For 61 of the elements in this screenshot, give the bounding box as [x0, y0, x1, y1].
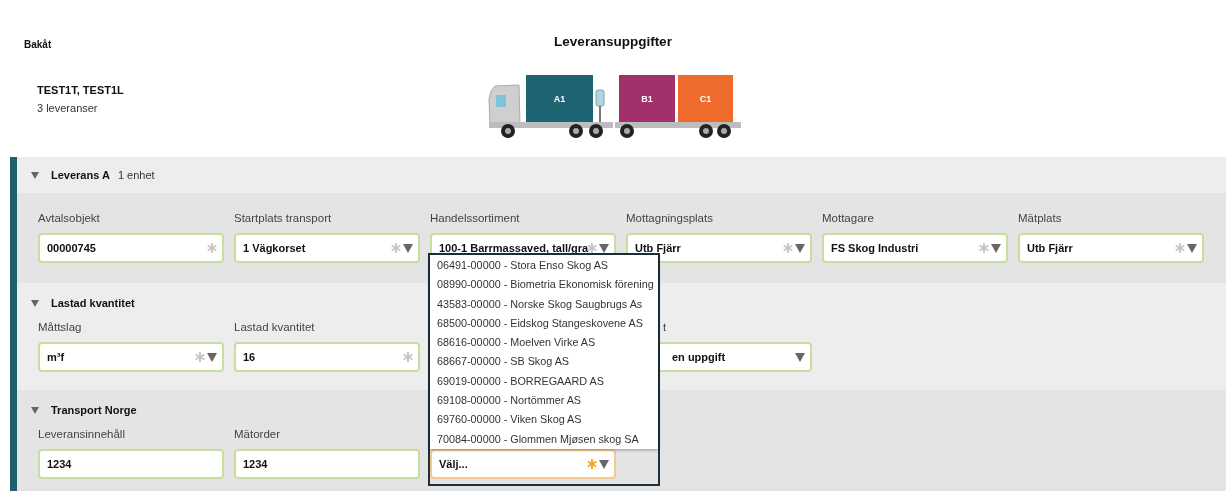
asterisk-icon [1175, 243, 1185, 253]
cargo-label: A1 [553, 94, 566, 104]
field-label: Mottagningsplats [626, 212, 713, 224]
section-title: Leverans A [51, 169, 110, 181]
section-title: Transport Norge [51, 404, 137, 416]
caret-down-icon [207, 352, 217, 362]
section-subtitle: 1 enhet [117, 169, 155, 181]
caret-icon[interactable] [31, 406, 39, 414]
caret-down-icon [991, 243, 1001, 253]
asterisk-icon [403, 352, 413, 362]
field-label: Avtalsobjekt [38, 212, 100, 224]
dropdown-field[interactable]: m³f [38, 342, 224, 372]
caret-icon[interactable] [31, 171, 39, 179]
input-field[interactable]: 00000745 [38, 233, 224, 263]
field-label: Mätorder [234, 428, 281, 440]
field-label: Mätplats [1018, 212, 1062, 224]
dropdown-field[interactable]: Utb Fjärr [1018, 233, 1204, 263]
dropdown-field[interactable]: 1 Vägkorset [234, 233, 420, 263]
field-label: Leveransinnehåll [38, 428, 125, 440]
caret-down-icon [599, 243, 609, 253]
dropdown-option[interactable]: 69760-00000 - Viken Skog AS [430, 410, 658, 430]
dropdown-option[interactable]: 70084-00000 - Glommen Mjøsen skog SA [430, 429, 658, 449]
dropdown-option[interactable]: 69108-00000 - Nortömmer AS [430, 391, 658, 411]
field-label: Mottagare [822, 212, 874, 224]
input-field[interactable]: 1234 [234, 449, 420, 479]
dropdown-option[interactable]: 69019-00000 - BORREGAARD AS [430, 371, 658, 392]
caret-icon[interactable] [31, 299, 39, 307]
asterisk-icon [587, 243, 597, 253]
field-label: Handelssortiment [430, 212, 520, 224]
input-field[interactable]: 1234 [38, 449, 224, 479]
page-title: Leveransuppgifter [554, 34, 672, 50]
back-link[interactable]: Bakåt [24, 38, 52, 52]
client-name: TEST1T, TEST1L [37, 83, 125, 98]
dropdown-field[interactable]: FS Skog Industri [822, 233, 1008, 263]
caret-down-icon [1187, 243, 1197, 253]
asterisk-icon [207, 243, 217, 253]
section-title: Lastad kvantitet [51, 297, 135, 309]
field-label: Lastad kvantitet [234, 321, 315, 333]
asterisk-icon [195, 352, 205, 362]
caret-down-icon [795, 352, 805, 362]
asterisk-icon [587, 459, 597, 469]
dropdown-option[interactable]: 68616-00000 - Moelven Virke AS [430, 333, 658, 353]
delivery-count: 3 leveranser [37, 101, 99, 116]
asterisk-icon [783, 243, 793, 253]
asterisk-icon [979, 243, 989, 253]
caret-down-icon [599, 459, 609, 469]
dropdown-option[interactable]: 43583-00000 - Norske Skog Saugbrugs As [430, 294, 658, 314]
input-field[interactable]: 16 [234, 342, 420, 372]
dropdown-field[interactable]: Välj... [430, 449, 616, 479]
dropdown-option[interactable]: 68500-00000 - Eidskog Stangeskovene AS [430, 313, 658, 334]
cargo-label: C1 [699, 94, 712, 104]
field-label: Startplats transport [234, 212, 332, 224]
caret-down-icon [795, 243, 805, 253]
field-label: Måttslag [38, 321, 82, 333]
cargo-label: B1 [641, 94, 653, 104]
dropdown-option[interactable]: 08990-00000 - Biometria Ekonomisk förening [430, 275, 658, 295]
caret-down-icon [403, 243, 413, 253]
dropdown-field[interactable]: Utb Fjärr [626, 233, 812, 263]
asterisk-icon [391, 243, 401, 253]
dropdown-option[interactable]: 68667-00000 - SB Skog AS [430, 352, 658, 372]
field-label: t [663, 321, 667, 333]
